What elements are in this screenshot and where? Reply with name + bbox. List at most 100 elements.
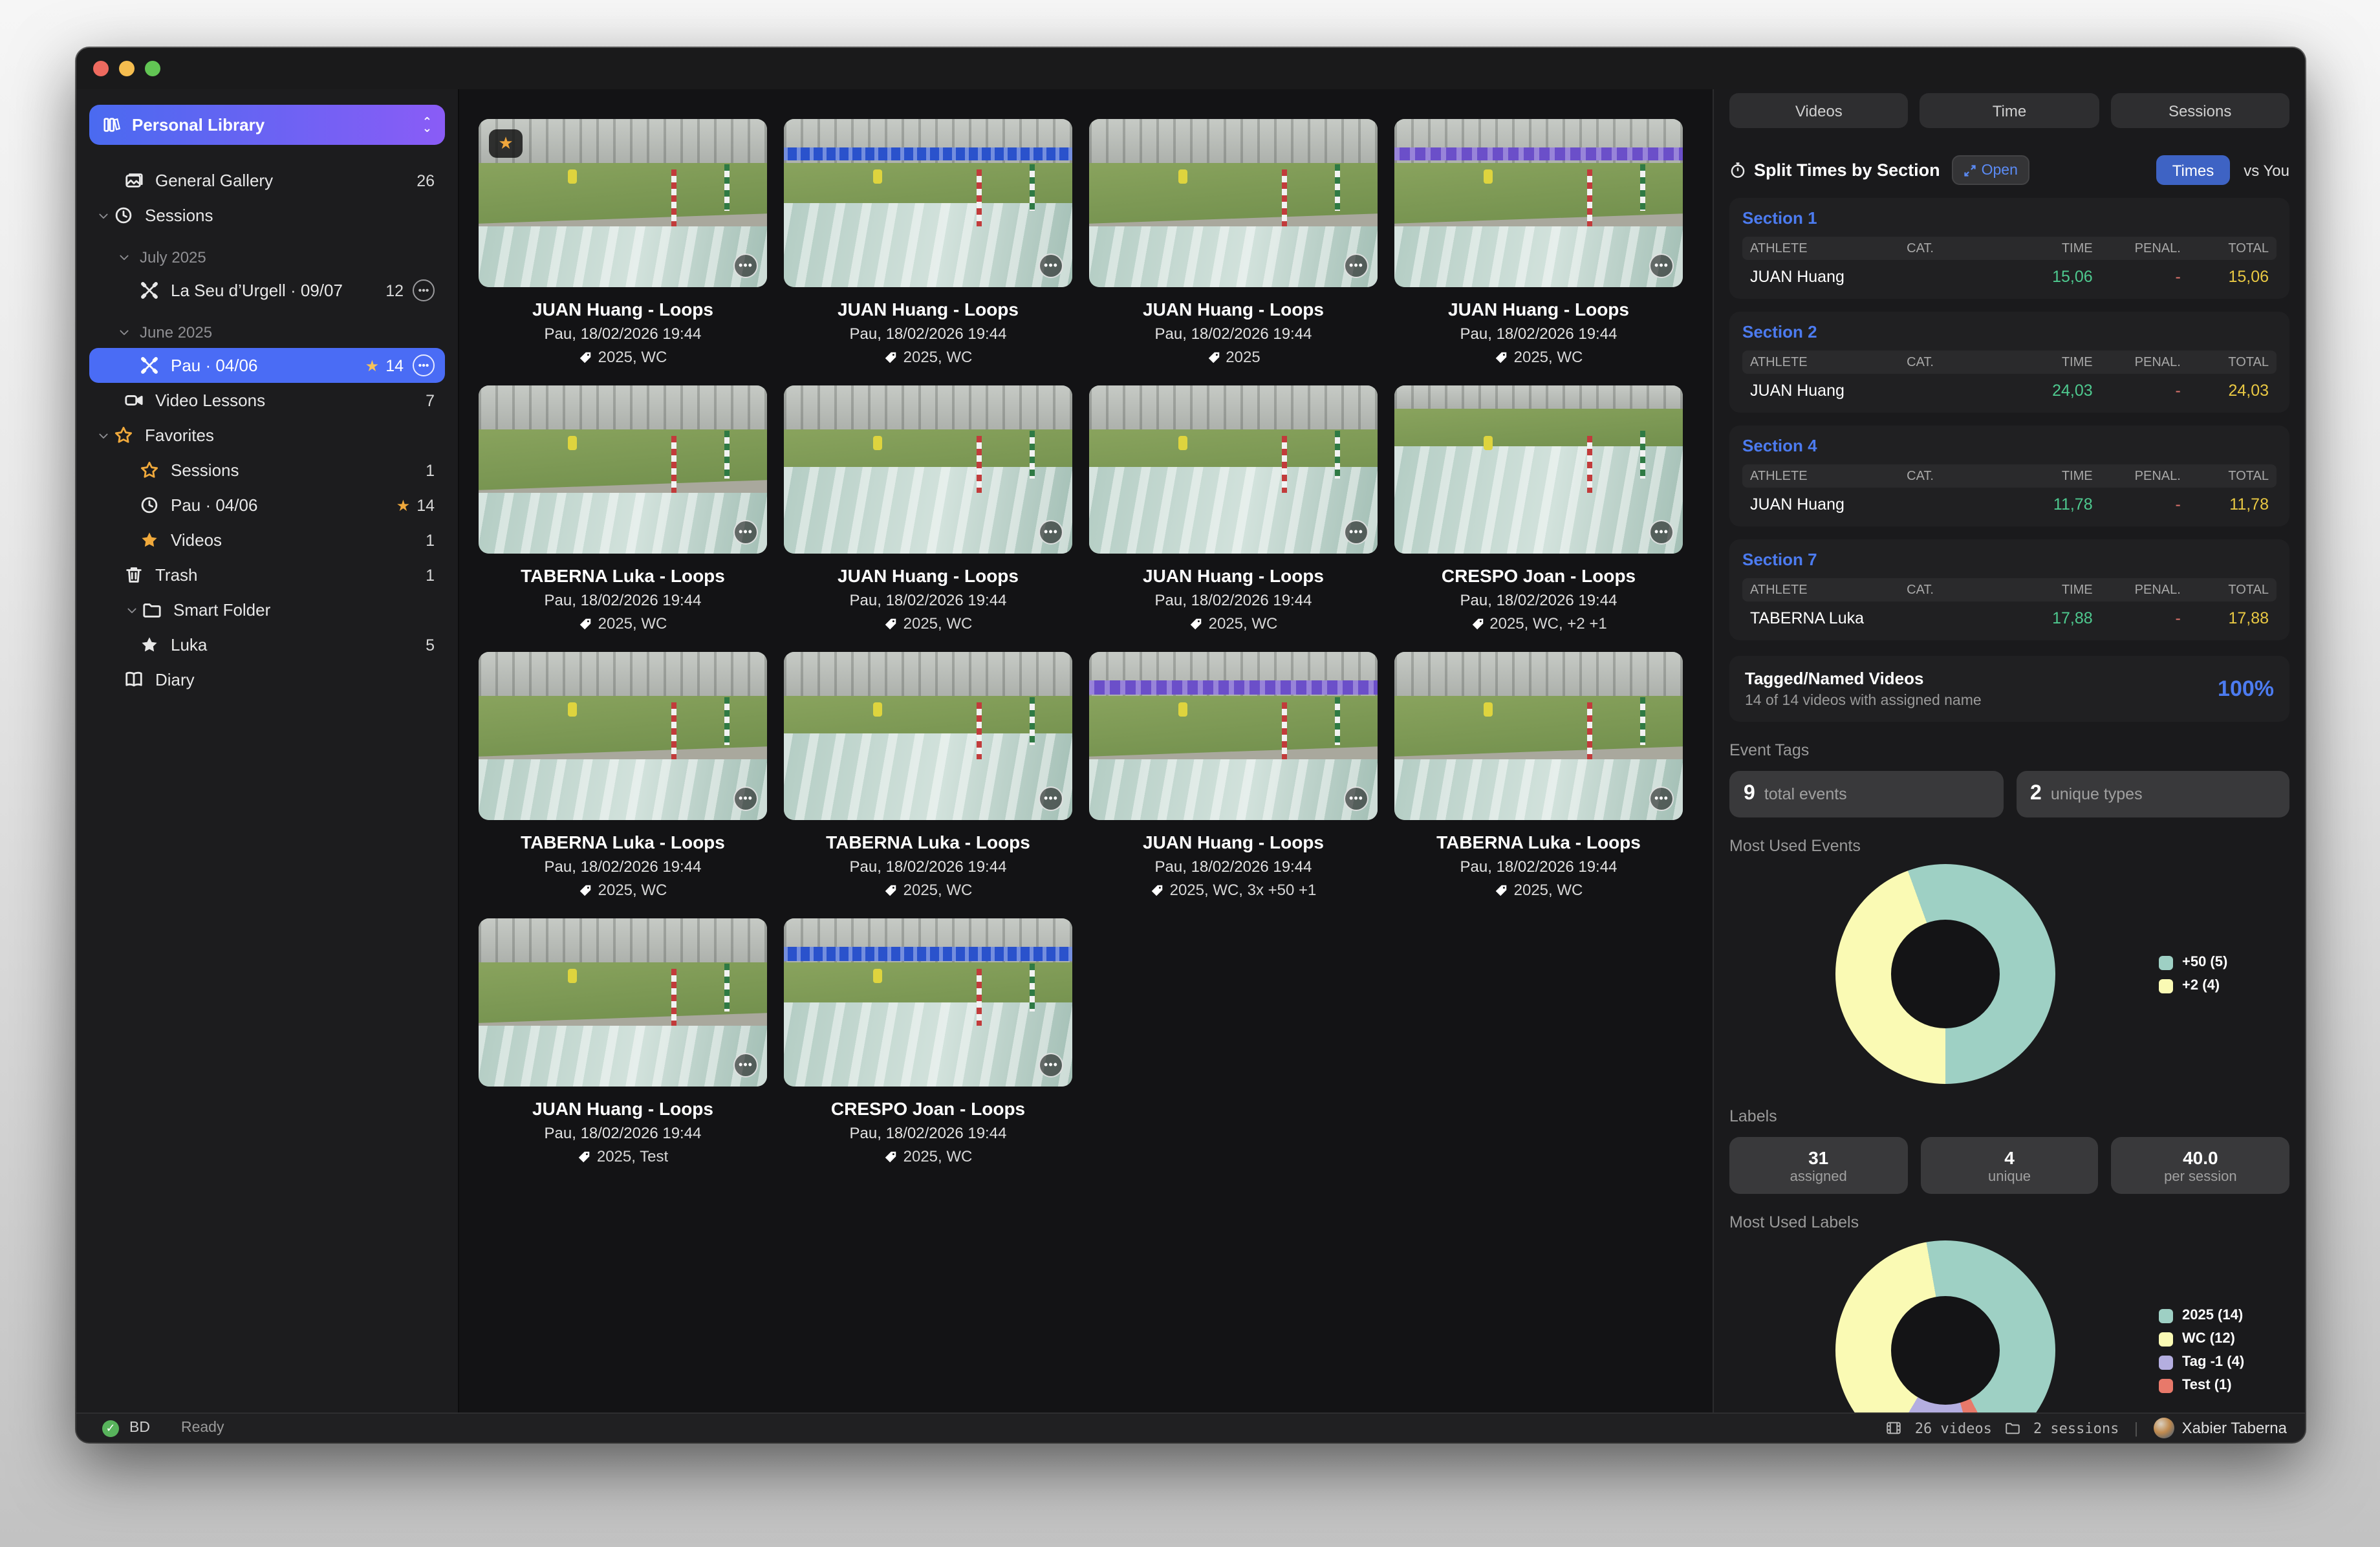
section-card: Section 4ATHLETECAT.TIMEPENAL.TOTALJUAN … [1729,426,2289,526]
library-selector[interactable]: Personal Library ⌃⌄ [89,105,445,145]
video-title: CRESPO Joan - Loops [784,1099,1072,1120]
video-tags: 2025, WC [598,348,667,366]
video-thumbnail[interactable]: ••• [1089,385,1378,554]
sidebar-item-trash[interactable]: Trash1 [89,557,445,592]
book-icon [123,669,144,690]
video-thumbnail[interactable]: ••• [784,119,1072,287]
content: Personal Library ⌃⌄ General Gallery26 Ses… [76,89,2305,1412]
close-button[interactable] [93,61,109,76]
video-meta: Pau, 18/02/2026 19:44 [784,858,1072,876]
split-time: 24,03 [2004,382,2092,400]
athlete-name: JUAN Huang [1750,495,1907,514]
labels-donut-chart [1835,1240,2055,1412]
thumbnail-menu-button[interactable]: ••• [1344,254,1368,278]
video-thumbnail[interactable]: ••• [784,385,1072,554]
tab-videos[interactable]: Videos [1729,93,1909,128]
sidebar-month-header[interactable]: July 2025 [89,242,445,273]
thumbnail-menu-button[interactable]: ••• [1649,254,1674,278]
sidebar-item-label: Videos [171,530,426,550]
sidebar-item-general-gallery[interactable]: General Gallery26 [89,163,445,198]
thumbnail-menu-button[interactable]: ••• [1649,520,1674,545]
tag-icon [884,1150,898,1164]
donut-hole [1891,1296,2000,1405]
sidebar-item-sessions[interactable]: Sessions [89,198,445,233]
video-thumbnail[interactable]: ••• [1394,385,1683,554]
thumbnail-menu-button[interactable]: ••• [733,520,758,545]
times-toggle-button[interactable]: Times [2157,155,2229,185]
thumbnail-menu-button[interactable]: ••• [1039,254,1063,278]
section-table-header: ATHLETECAT.TIMEPENAL.TOTAL [1742,464,2277,488]
zoom-button[interactable] [145,61,160,76]
sidebar-item-sessions[interactable]: Sessions1 [89,453,445,488]
gate-pole-green [724,964,729,1012]
sidebar-items: General Gallery26 Sessions July 2025La Seu… [89,163,445,697]
sidebar-item-diary[interactable]: Diary [89,662,445,697]
video-thumbnail[interactable]: ••• [1394,119,1683,287]
minimize-button[interactable] [119,61,135,76]
video-thumbnail[interactable]: ••• [1394,652,1683,820]
section-table-row: JUAN Huang15,06-15,06 [1742,260,2277,294]
donut-hole [1891,920,2000,1028]
open-button[interactable]: Open [1952,155,2029,185]
sidebar-month-header[interactable]: June 2025 [89,317,445,348]
avatar[interactable] [2154,1418,2174,1438]
sidebar-item-label: Luka [171,635,426,654]
thumbnail-menu-button[interactable]: ••• [733,254,758,278]
library-icon [102,115,122,135]
total-time: 24,03 [2181,382,2269,400]
sidebar-item-smart-folder[interactable]: Smart Folder [89,592,445,627]
sidebar-item-pau-04-06[interactable]: Pau · 04/06★14••• [89,348,445,383]
tagged-subtitle: 14 of 14 videos with assigned name [1745,693,1982,709]
panel-tabs: Videos Time Sessions [1729,93,2289,128]
gate-pole-red [1588,436,1593,493]
video-tags: 2025, Test [597,1148,668,1166]
thumbnail-menu-button[interactable]: ••• [1344,520,1368,545]
video-tags: 2025, WC, +2 +1 [1489,614,1606,633]
tab-sessions[interactable]: Sessions [2110,93,2289,128]
chevron-updown-icon: ⌃⌄ [422,118,432,131]
stat-total-events: 9total events [1729,771,2003,817]
sidebar-item-video-lessons[interactable]: Video Lessons7 [89,383,445,418]
video-title: JUAN Huang - Loops [1089,565,1378,586]
video-thumbnail[interactable]: ••• [479,652,767,820]
total-time: 17,88 [2181,609,2269,627]
athlete-name: JUAN Huang [1750,268,1907,286]
video-meta: Pau, 18/02/2026 19:44 [1394,325,1683,343]
video-thumbnail[interactable]: ••• [1089,119,1378,287]
stat-unique: 4unique [1920,1137,2098,1194]
video-card: •••JUAN Huang - LoopsPau, 18/02/2026 19:… [784,119,1072,366]
video-card: •••JUAN Huang - LoopsPau, 18/02/2026 19:… [784,385,1072,633]
video-tags: 2025, WC [598,614,667,633]
video-thumbnail[interactable]: ••• [784,652,1072,820]
video-thumbnail[interactable]: ••• [479,919,767,1087]
split-time: 17,88 [2004,609,2092,627]
video-title: TABERNA Luka - Loops [784,832,1072,852]
gate-pole-green [1639,698,1645,745]
video-thumbnail[interactable]: ••• [784,919,1072,1087]
sidebar-item-videos[interactable]: Videos1 [89,523,445,557]
sidebar-item-luka[interactable]: Luka5 [89,627,445,662]
sidebar-item-pau-04-06[interactable]: Pau · 04/06★14 [89,488,445,523]
sidebar-item-favorites[interactable]: Favorites [89,418,445,453]
sidebar-item-la-seu-d-urgell-09-07[interactable]: La Seu d’Urgell · 09/0712••• [89,273,445,308]
labels-legend: 2025 (14)WC (12)Tag -1 (4)Test (1) [2159,1308,2244,1393]
video-thumbnail[interactable]: ••• [479,385,767,554]
video-meta: Pau, 18/02/2026 19:44 [1089,858,1378,876]
tab-time[interactable]: Time [1920,93,2099,128]
section-card: Section 7ATHLETECAT.TIMEPENAL.TOTALTABER… [1729,539,2289,640]
item-menu-button[interactable]: ••• [413,354,435,376]
legend-swatch [2159,1378,2173,1392]
user-name: Xabier Taberna [2182,1419,2287,1437]
vs-you-toggle[interactable]: vs You [2244,161,2289,179]
video-meta: Pau, 18/02/2026 19:44 [784,325,1072,343]
item-menu-button[interactable]: ••• [413,279,435,301]
video-thumbnail[interactable]: ••• [1089,652,1378,820]
sidebar-item-label: Sessions [145,206,435,225]
thumbnail-menu-button[interactable]: ••• [1039,520,1063,545]
video-title: TABERNA Luka - Loops [479,565,767,586]
legend-swatch [2159,955,2173,969]
gate-pole-green [1029,431,1034,478]
chevron-down-icon [118,326,136,339]
item-count: 1 [426,531,435,549]
video-thumbnail[interactable]: ★••• [479,119,767,287]
